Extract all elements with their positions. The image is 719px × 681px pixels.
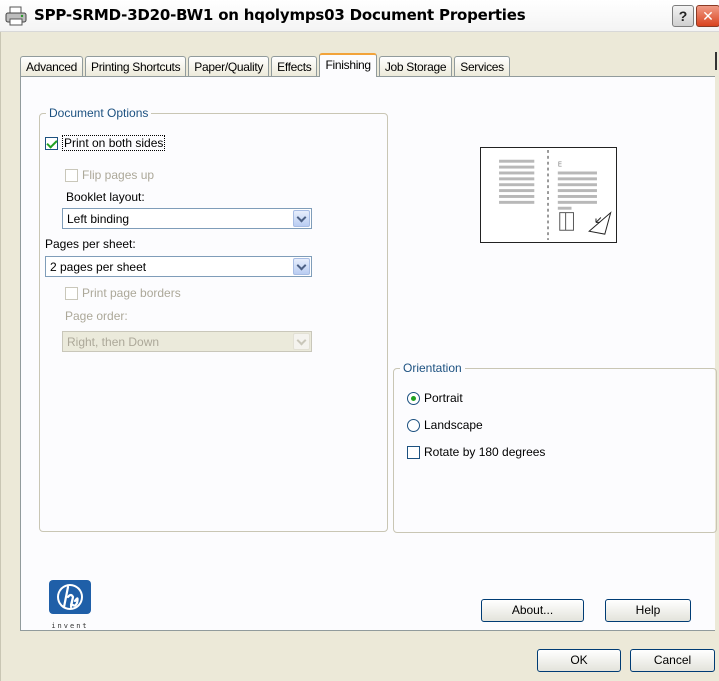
page-order-value: Right, then Down	[67, 334, 160, 349]
rotate-180-checkbox[interactable]: Rotate by 180 degrees	[407, 444, 545, 460]
window-title: SPP-SRMD-3D20-BW1 on hqolymps03 Document…	[34, 6, 526, 24]
tab-scroll-edge	[715, 52, 717, 70]
flip-pages-up-box[interactable]	[65, 168, 78, 182]
portrait-radio-button[interactable]	[407, 391, 420, 405]
dialog-body: Advanced Printing Shortcuts Paper/Qualit…	[0, 32, 719, 681]
tab-strip: Advanced Printing Shortcuts Paper/Qualit…	[20, 53, 512, 77]
flip-pages-up-label: Flip pages up	[82, 168, 155, 182]
hp-logo: invent	[49, 580, 91, 630]
pages-per-sheet-label: Pages per sheet:	[45, 237, 136, 251]
print-both-sides-label: Print on both sides	[62, 135, 166, 151]
page-order-label: Page order:	[65, 309, 128, 323]
chevron-down-icon[interactable]	[293, 210, 310, 227]
printer-icon	[5, 6, 27, 26]
tab-advanced[interactable]: Advanced	[20, 56, 83, 77]
tab-finishing[interactable]: Finishing	[319, 53, 377, 77]
booklet-layout-label: Booklet layout:	[66, 190, 145, 204]
landscape-radio[interactable]: Landscape	[407, 417, 483, 433]
booklet-layout-select[interactable]: Left binding	[62, 208, 312, 229]
document-options-title: Document Options	[46, 106, 152, 120]
portrait-label: Portrait	[424, 391, 463, 405]
svg-text:E: E	[558, 161, 562, 169]
close-button[interactable]: ✕	[696, 5, 719, 27]
title-bar[interactable]: SPP-SRMD-3D20-BW1 on hqolymps03 Document…	[0, 0, 719, 32]
rotate-180-box[interactable]	[407, 445, 420, 459]
print-both-sides-box[interactable]	[45, 136, 58, 150]
chevron-down-icon	[293, 333, 310, 350]
page-order-select[interactable]: Right, then Down	[62, 331, 312, 352]
help-title-button[interactable]: ?	[672, 5, 694, 27]
pages-per-sheet-select[interactable]: 2 pages per sheet	[45, 256, 312, 277]
duplex-preview-image: E	[480, 147, 617, 243]
print-page-borders-label: Print page borders	[82, 286, 181, 300]
print-page-borders-box[interactable]	[65, 286, 78, 300]
finishing-panel: Document Options Print on both sides Fli…	[20, 76, 717, 631]
tab-services[interactable]: Services	[454, 56, 510, 77]
tab-job-storage[interactable]: Job Storage	[378, 56, 453, 77]
help-button[interactable]: Help	[605, 599, 691, 622]
flip-pages-up-checkbox[interactable]: Flip pages up	[65, 167, 154, 183]
booklet-layout-value: Left binding	[67, 211, 130, 226]
cancel-button[interactable]: Cancel	[630, 649, 715, 672]
hp-tagline: invent	[51, 622, 88, 630]
pages-per-sheet-value: 2 pages per sheet	[50, 259, 147, 274]
chevron-down-icon[interactable]	[293, 258, 310, 275]
orientation-title: Orientation	[400, 361, 465, 375]
tab-paper-quality[interactable]: Paper/Quality	[188, 56, 270, 77]
rotate-180-label: Rotate by 180 degrees	[424, 445, 546, 459]
tab-printing-shortcuts[interactable]: Printing Shortcuts	[84, 56, 187, 77]
print-both-sides-checkbox[interactable]: Print on both sides	[45, 135, 166, 151]
tab-effects[interactable]: Effects	[271, 56, 318, 77]
landscape-label: Landscape	[424, 418, 483, 432]
landscape-radio-button[interactable]	[407, 418, 420, 432]
portrait-radio[interactable]: Portrait	[407, 390, 463, 406]
about-button[interactable]: About...	[481, 599, 584, 622]
print-page-borders-checkbox[interactable]: Print page borders	[65, 285, 181, 301]
ok-button[interactable]: OK	[537, 649, 621, 672]
